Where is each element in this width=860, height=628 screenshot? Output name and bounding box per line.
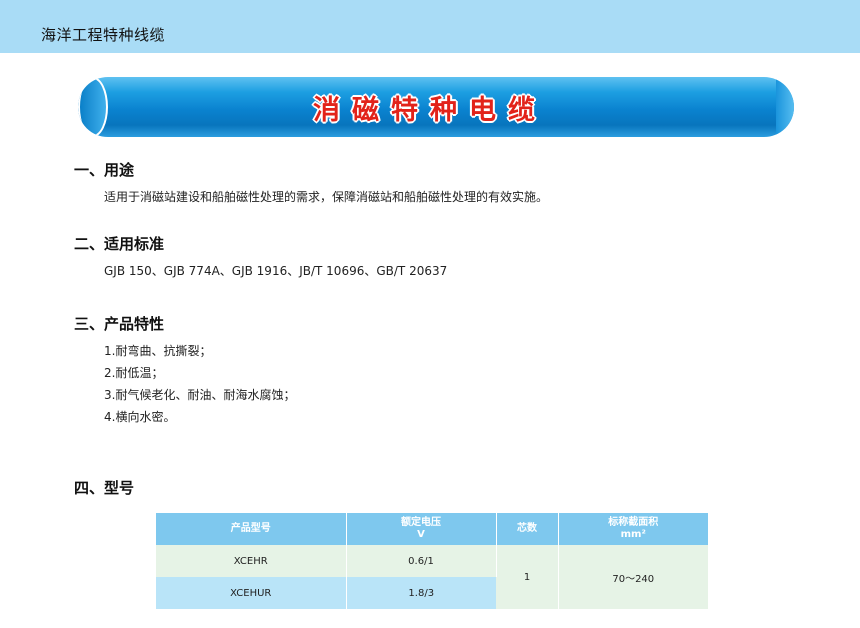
cell-voltage: 0.6/1 <box>346 545 497 577</box>
header-cores: 芯数 <box>496 513 559 545</box>
table-header-row: 产品型号 额定电压 V 芯数 标称截面积 mm² <box>156 513 708 545</box>
section-heading-usage: 一、用途 <box>74 161 135 179</box>
banner-title: 消磁特种电缆 <box>313 94 547 126</box>
model-spec-table: 产品型号 额定电压 V 芯数 标称截面积 mm² XCEHR 0.6/1 1 70～… <box>156 513 708 609</box>
cell-section: 70～240 <box>558 545 708 609</box>
header-section: 标称截面积 mm² <box>558 513 708 545</box>
feature-item: 4.横向水密。 <box>104 410 176 424</box>
feature-item: 1.耐弯曲、抗撕裂； <box>104 344 212 358</box>
feature-item: 3.耐气候老化、耐油、耐海水腐蚀； <box>104 388 296 402</box>
page-category-title: 海洋工程特种线缆 <box>41 26 166 44</box>
section-heading-models: 四、型号 <box>74 479 135 497</box>
cell-cores: 1 <box>496 545 559 609</box>
header-voltage: 额定电压 V <box>346 513 497 545</box>
feature-item: 2.耐低温； <box>104 366 164 380</box>
usage-text: 适用于消磁站建设和船舶磁性处理的需求，保障消磁站和船舶磁性处理的有效实施。 <box>104 190 549 204</box>
cell-model: XCEHUR <box>156 577 347 609</box>
cell-model: XCEHR <box>156 545 347 577</box>
header-model: 产品型号 <box>156 513 347 545</box>
cell-voltage: 1.8/3 <box>346 577 496 609</box>
section-heading-standards: 二、适用标准 <box>74 235 165 253</box>
standards-text: GJB 150、GJB 774A、GJB 1916、JB/T 10696、GB/… <box>104 264 448 278</box>
table-row: XCEHR 0.6/1 1 70～240 <box>156 545 708 609</box>
top-bar: 海洋工程特种线缆 <box>0 0 860 53</box>
section-heading-features: 三、产品特性 <box>74 315 165 333</box>
